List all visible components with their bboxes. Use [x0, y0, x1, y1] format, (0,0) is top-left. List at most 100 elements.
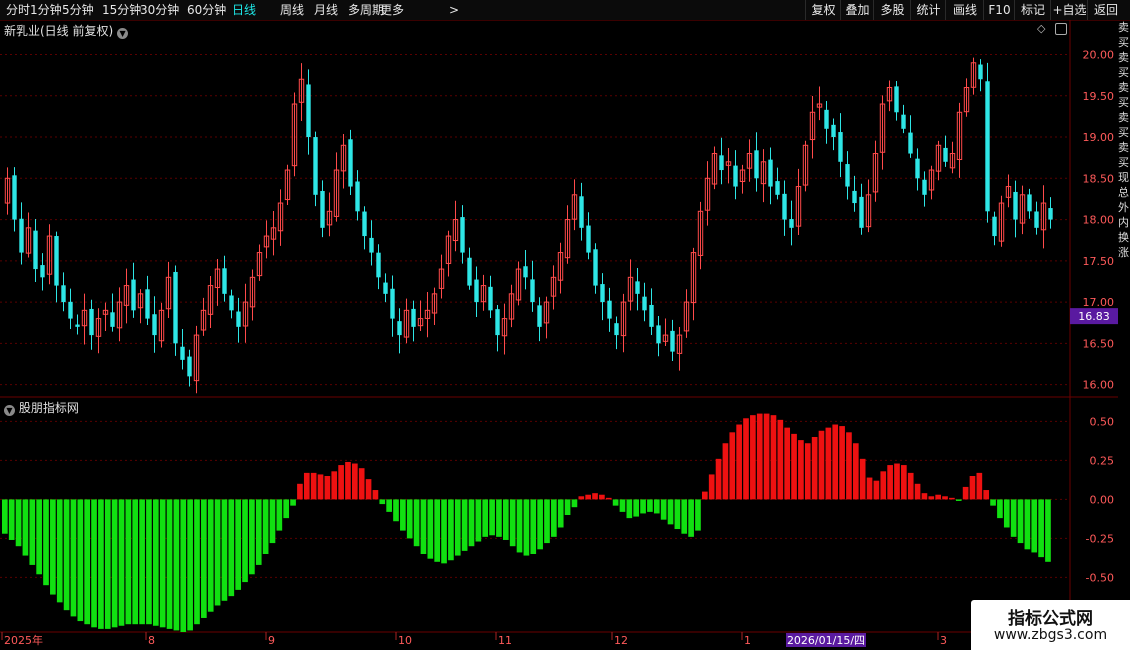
candle-body	[593, 249, 598, 286]
chevron-right-icon[interactable]: >	[449, 0, 459, 20]
period-tab-2[interactable]: 5分钟	[62, 0, 94, 20]
toolbar-button-0[interactable]: 复权	[805, 0, 841, 20]
candle-body	[670, 330, 675, 352]
candle-body	[600, 284, 605, 303]
candle-body	[460, 217, 465, 253]
period-tab-6[interactable]: 日线	[232, 0, 256, 20]
indicator-bar	[736, 424, 742, 500]
candle-body	[362, 211, 367, 237]
indicator-bar	[564, 499, 571, 515]
toolbar-button-6[interactable]: 标记	[1014, 0, 1051, 20]
indicator-bar	[1024, 499, 1031, 550]
candle-body	[845, 164, 850, 187]
indicator-bar	[283, 499, 290, 519]
period-tab-0[interactable]: 分时	[6, 0, 30, 20]
indicator-bar	[262, 499, 269, 554]
indicator-bar	[516, 499, 523, 553]
period-tab-7[interactable]: 周线	[280, 0, 304, 20]
indicator-bar	[592, 493, 598, 500]
price-axis-label: 19.00	[1083, 131, 1115, 144]
indicator-bar	[750, 415, 756, 500]
toolbar-button-2[interactable]: 多股	[873, 0, 911, 20]
indicator-bar	[194, 499, 200, 625]
indicator-bar	[640, 499, 646, 514]
indicator-bar	[413, 499, 420, 547]
indicator-bar	[791, 433, 797, 500]
indicator-bar	[551, 499, 557, 537]
side-info-strip: 卖买卖买卖买卖买卖买现总外内换涨	[1118, 21, 1129, 259]
period-tab-1[interactable]: 1分钟	[30, 0, 62, 20]
indicator-bar	[1038, 499, 1044, 558]
period-tab-3[interactable]: 15分钟	[102, 0, 141, 20]
candle-body	[355, 181, 360, 212]
indicator-bar	[77, 499, 84, 622]
toolbar-button-1[interactable]: 叠加	[840, 0, 874, 20]
candle-body	[187, 356, 192, 377]
highlight-date-label: 2026/01/15/四	[787, 634, 865, 647]
candle-body	[1048, 208, 1053, 220]
indicator-bar	[784, 427, 791, 500]
period-tab-9[interactable]: 多周期	[348, 0, 384, 20]
indicator-bar	[509, 499, 516, 547]
indicator-bar	[317, 474, 324, 500]
indicator-bar	[605, 497, 612, 500]
period-tab-5[interactable]: 60分钟	[187, 0, 226, 20]
toolbar-button-3[interactable]: 统计	[910, 0, 946, 20]
chart-canvas[interactable]: 20.00 19.50 19.00 18.50 18.00 17.50 17.00 16.50…	[0, 20, 1118, 650]
toolbar-button-5[interactable]: F10	[983, 0, 1015, 20]
period-tab-8[interactable]: 月线	[314, 0, 338, 20]
indicator-bar	[942, 496, 948, 500]
candle-body	[894, 86, 899, 113]
candle-body	[369, 237, 374, 253]
candle-body	[579, 196, 584, 228]
candle-body	[397, 321, 402, 336]
indicator-bar	[166, 499, 173, 629]
indicator-bar	[633, 499, 640, 517]
indicator-bar	[221, 499, 228, 601]
indicator-bar	[482, 499, 489, 537]
indicator-bar	[702, 491, 708, 500]
indicator-bar	[688, 499, 694, 537]
indicator-bar	[427, 499, 434, 559]
indicator-axis-label: 0.00	[1090, 493, 1115, 506]
candle-body	[390, 288, 395, 319]
candle-body	[768, 159, 773, 187]
candle-body	[586, 225, 591, 253]
indicator-bar	[839, 426, 845, 500]
indicator-bar	[310, 472, 317, 500]
candle-body	[607, 300, 612, 319]
indicator-bar	[324, 476, 331, 500]
indicator-bar	[50, 499, 56, 595]
candle-body	[61, 285, 66, 303]
candle-body	[474, 279, 479, 303]
candle-body	[838, 132, 843, 162]
period-tab-10[interactable]: 更多	[380, 0, 404, 20]
indicator-bar	[132, 499, 139, 625]
period-tab-4[interactable]: 30分钟	[140, 0, 179, 20]
indicator-bar	[811, 437, 818, 500]
date-axis-label: 2025年	[4, 633, 43, 647]
indicator-bar	[358, 468, 365, 500]
watermark: 指标公式网 www.zbgs3.com	[971, 600, 1130, 650]
candle-body	[320, 190, 325, 228]
indicator-bar	[1031, 499, 1038, 553]
indicator-bar	[667, 499, 674, 525]
candle-body	[411, 308, 416, 327]
indicator-bar	[379, 499, 386, 505]
candle-body	[656, 325, 661, 344]
indicator-bar	[207, 499, 214, 612]
indicator-bar	[619, 499, 626, 512]
indicator-bar	[969, 476, 976, 500]
toolbar-button-8[interactable]: 返回	[1087, 0, 1124, 20]
indicator-bar	[56, 499, 63, 603]
candle-body	[75, 324, 80, 327]
toolbar-button-7[interactable]: +自选	[1050, 0, 1088, 20]
indicator-bar	[159, 499, 166, 628]
indicator-bar	[1017, 499, 1024, 544]
candle-body	[642, 296, 647, 311]
indicator-bar	[653, 499, 660, 514]
toolbar-button-4[interactable]: 画线	[945, 0, 984, 20]
date-axis-label: 11	[498, 634, 512, 647]
candle-body	[978, 64, 983, 80]
indicator-bar	[475, 499, 482, 542]
